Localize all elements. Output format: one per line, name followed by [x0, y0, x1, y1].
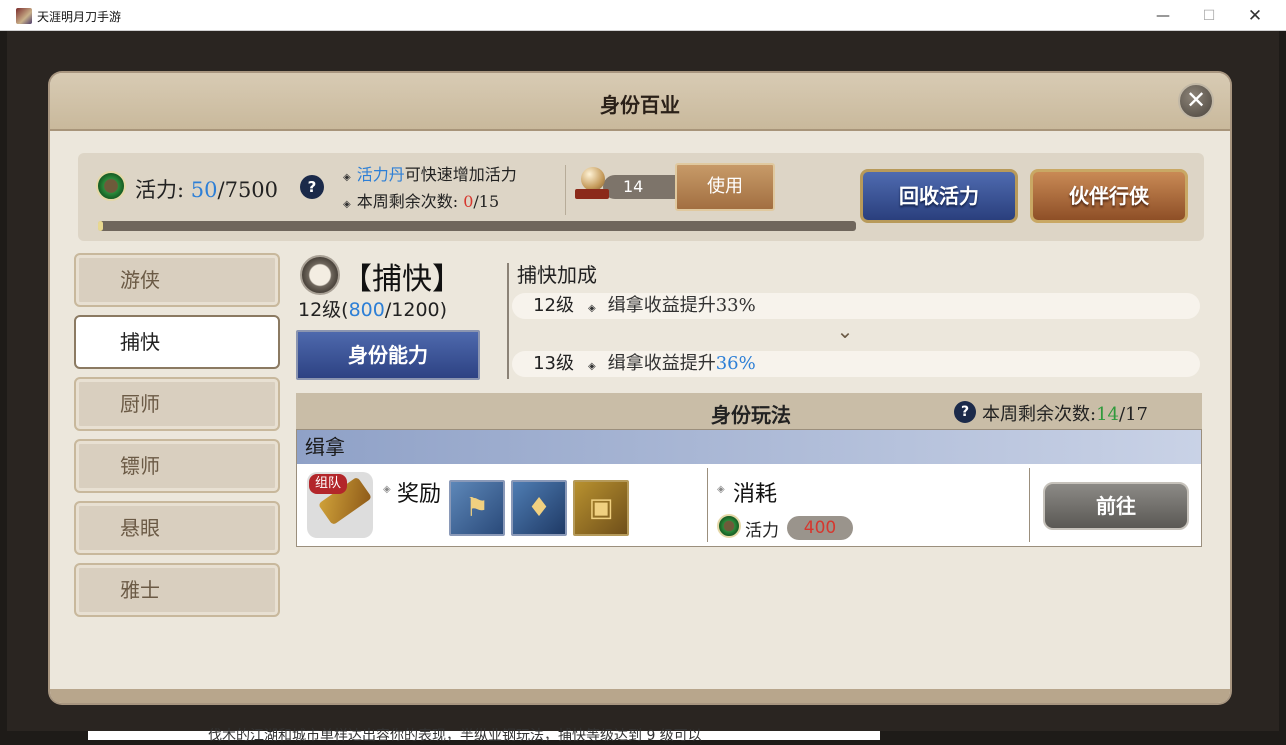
reward-flag-icon[interactable]: ⚑: [449, 480, 505, 536]
vitality-box: 活力: 50/7500 ? ◈ 活力丹可快速增加活力 ◈ 本周剩余次数: 0/15 …: [78, 153, 1204, 241]
panel-footer: [50, 689, 1230, 703]
identity-panel: 身份百业 ✕ 活力: 50/7500 ? ◈ 活力丹可快速增加活力 ◈ 本周剩余次数…: [50, 73, 1230, 703]
role-level: 12级(800/1200): [298, 295, 447, 322]
activity-name: 缉拿: [297, 430, 1201, 464]
role-exp-current: 800: [348, 299, 385, 321]
cost-vitality-label: 活力: [745, 521, 779, 541]
window-close-button[interactable]: ✕: [1232, 0, 1278, 31]
bonus-current-text: 缉拿收益提升33%: [607, 295, 756, 316]
chevron-down-icon: ⌄: [836, 319, 854, 343]
activity-card: 缉拿 组队 ◈ 奖励 ⚑ ♦ ▣ ◈ 消耗 活力 400 前往: [296, 429, 1202, 547]
vitality-help-icon[interactable]: ?: [300, 175, 324, 199]
use-pill-button[interactable]: 使用: [675, 163, 775, 211]
play-help-icon[interactable]: ?: [954, 401, 976, 423]
role-emblem-icon: [300, 255, 340, 295]
role-level-suffix: ): [439, 299, 448, 321]
bonus-current-level: 12级: [533, 295, 574, 316]
vitality-pill-icon: [573, 167, 611, 203]
background-text-strip: 伐木的江湖和城市单样达出容你的表现，半纵业钢玩法，捕快等级达到 9 级可以: [88, 728, 880, 744]
tip-line-2-text: 本周剩余次数:: [356, 192, 459, 211]
sidebar-item-yashi[interactable]: 雅士: [74, 563, 280, 617]
role-exp-max: 1200: [391, 299, 440, 321]
tip-line-1: ◈ 活力丹可快速增加活力: [343, 165, 517, 184]
bonus-divider: [507, 263, 509, 379]
vitality-icon: [96, 171, 126, 201]
activity-token-icon: 组队: [307, 472, 373, 538]
vitality-progress-bar: [98, 221, 856, 231]
bonus-title: 捕快加成: [517, 263, 597, 287]
reward-label: 奖励: [397, 482, 442, 507]
tip-line-1-text: 可快速增加活力: [404, 165, 517, 184]
cost-value: 400: [787, 516, 853, 540]
minimize-button[interactable]: —: [1140, 0, 1186, 31]
reward-armor-icon[interactable]: ♦: [511, 480, 567, 536]
play-count-current: 14: [1096, 404, 1119, 425]
identity-ability-button[interactable]: 身份能力: [296, 330, 480, 380]
panel-title: 身份百业: [600, 93, 680, 117]
maximize-button[interactable]: ☐: [1186, 0, 1232, 31]
vitality-slash: /: [217, 178, 225, 202]
go-button[interactable]: 前往: [1043, 482, 1189, 530]
window-title: 天涯明月刀手游: [37, 10, 122, 24]
bonus-next-text: 缉拿收益提升: [607, 353, 716, 374]
bonus-next-value: 36%: [715, 353, 756, 374]
tip-line-2: ◈ 本周剩余次数: 0/15: [343, 192, 500, 211]
bonus-next-row: 13级 ◈ 缉拿收益提升36%: [512, 351, 1200, 377]
play-count-total: 17: [1125, 404, 1148, 425]
go-divider: [1029, 468, 1030, 542]
bonus-current-row: 12级 ◈ 缉拿收益提升33%: [512, 293, 1200, 319]
team-badge: 组队: [309, 474, 347, 494]
partner-quest-button[interactable]: 伙伴行侠: [1030, 169, 1188, 223]
cost-label: 消耗: [733, 482, 778, 507]
play-count-label: 本周剩余次数:: [982, 404, 1097, 425]
reward-chest-icon[interactable]: ▣: [573, 480, 629, 536]
cost-vitality-icon: [717, 514, 741, 538]
sidebar-item-youxia[interactable]: 游侠: [74, 253, 280, 307]
vitality-label: 活力: [135, 178, 177, 202]
play-header: 身份玩法 ? 本周剩余次数:14/17: [296, 393, 1202, 429]
sidebar-item-xuanyan[interactable]: 悬眼: [74, 501, 280, 555]
recover-vitality-button[interactable]: 回收活力: [860, 169, 1018, 223]
app-icon: [16, 8, 32, 24]
tip-used-count: 0: [463, 192, 474, 211]
tips-divider: [565, 165, 566, 215]
play-remaining-count: 本周剩余次数:14/17: [982, 400, 1148, 426]
panel-close-button[interactable]: ✕: [1178, 83, 1214, 119]
window-titlebar: 天涯明月刀手游 — ☐ ✕: [0, 0, 1286, 31]
bonus-next-level: 13级: [533, 353, 574, 374]
vitality-max: 7500: [224, 178, 279, 202]
vitality-colon: :: [177, 178, 185, 202]
sidebar-item-bukuai[interactable]: 捕快: [74, 315, 280, 369]
vitality-current: 50: [190, 178, 218, 202]
background-text: 伐木的江湖和城市单样达出容你的表现，半纵业钢玩法，捕快等级达到 9 级可以: [208, 728, 702, 744]
sidebar-item-chushi[interactable]: 厨师: [74, 377, 280, 431]
tip-total-count: 15: [478, 192, 500, 211]
cost-divider: [707, 468, 708, 542]
role-level-prefix: 12级(: [298, 299, 349, 321]
panel-header: 身份百业 ✕: [50, 73, 1230, 131]
vitality-pill-link[interactable]: 活力丹: [357, 165, 405, 184]
vitality-tips: ◈ 活力丹可快速增加活力 ◈ 本周剩余次数: 0/15: [343, 163, 517, 217]
vitality-display: 活力: 50/7500: [135, 174, 278, 204]
role-name: 【捕快】: [342, 262, 462, 297]
vitality-progress-fill: [98, 221, 104, 231]
sidebar-item-biaoshi[interactable]: 镖师: [74, 439, 280, 493]
